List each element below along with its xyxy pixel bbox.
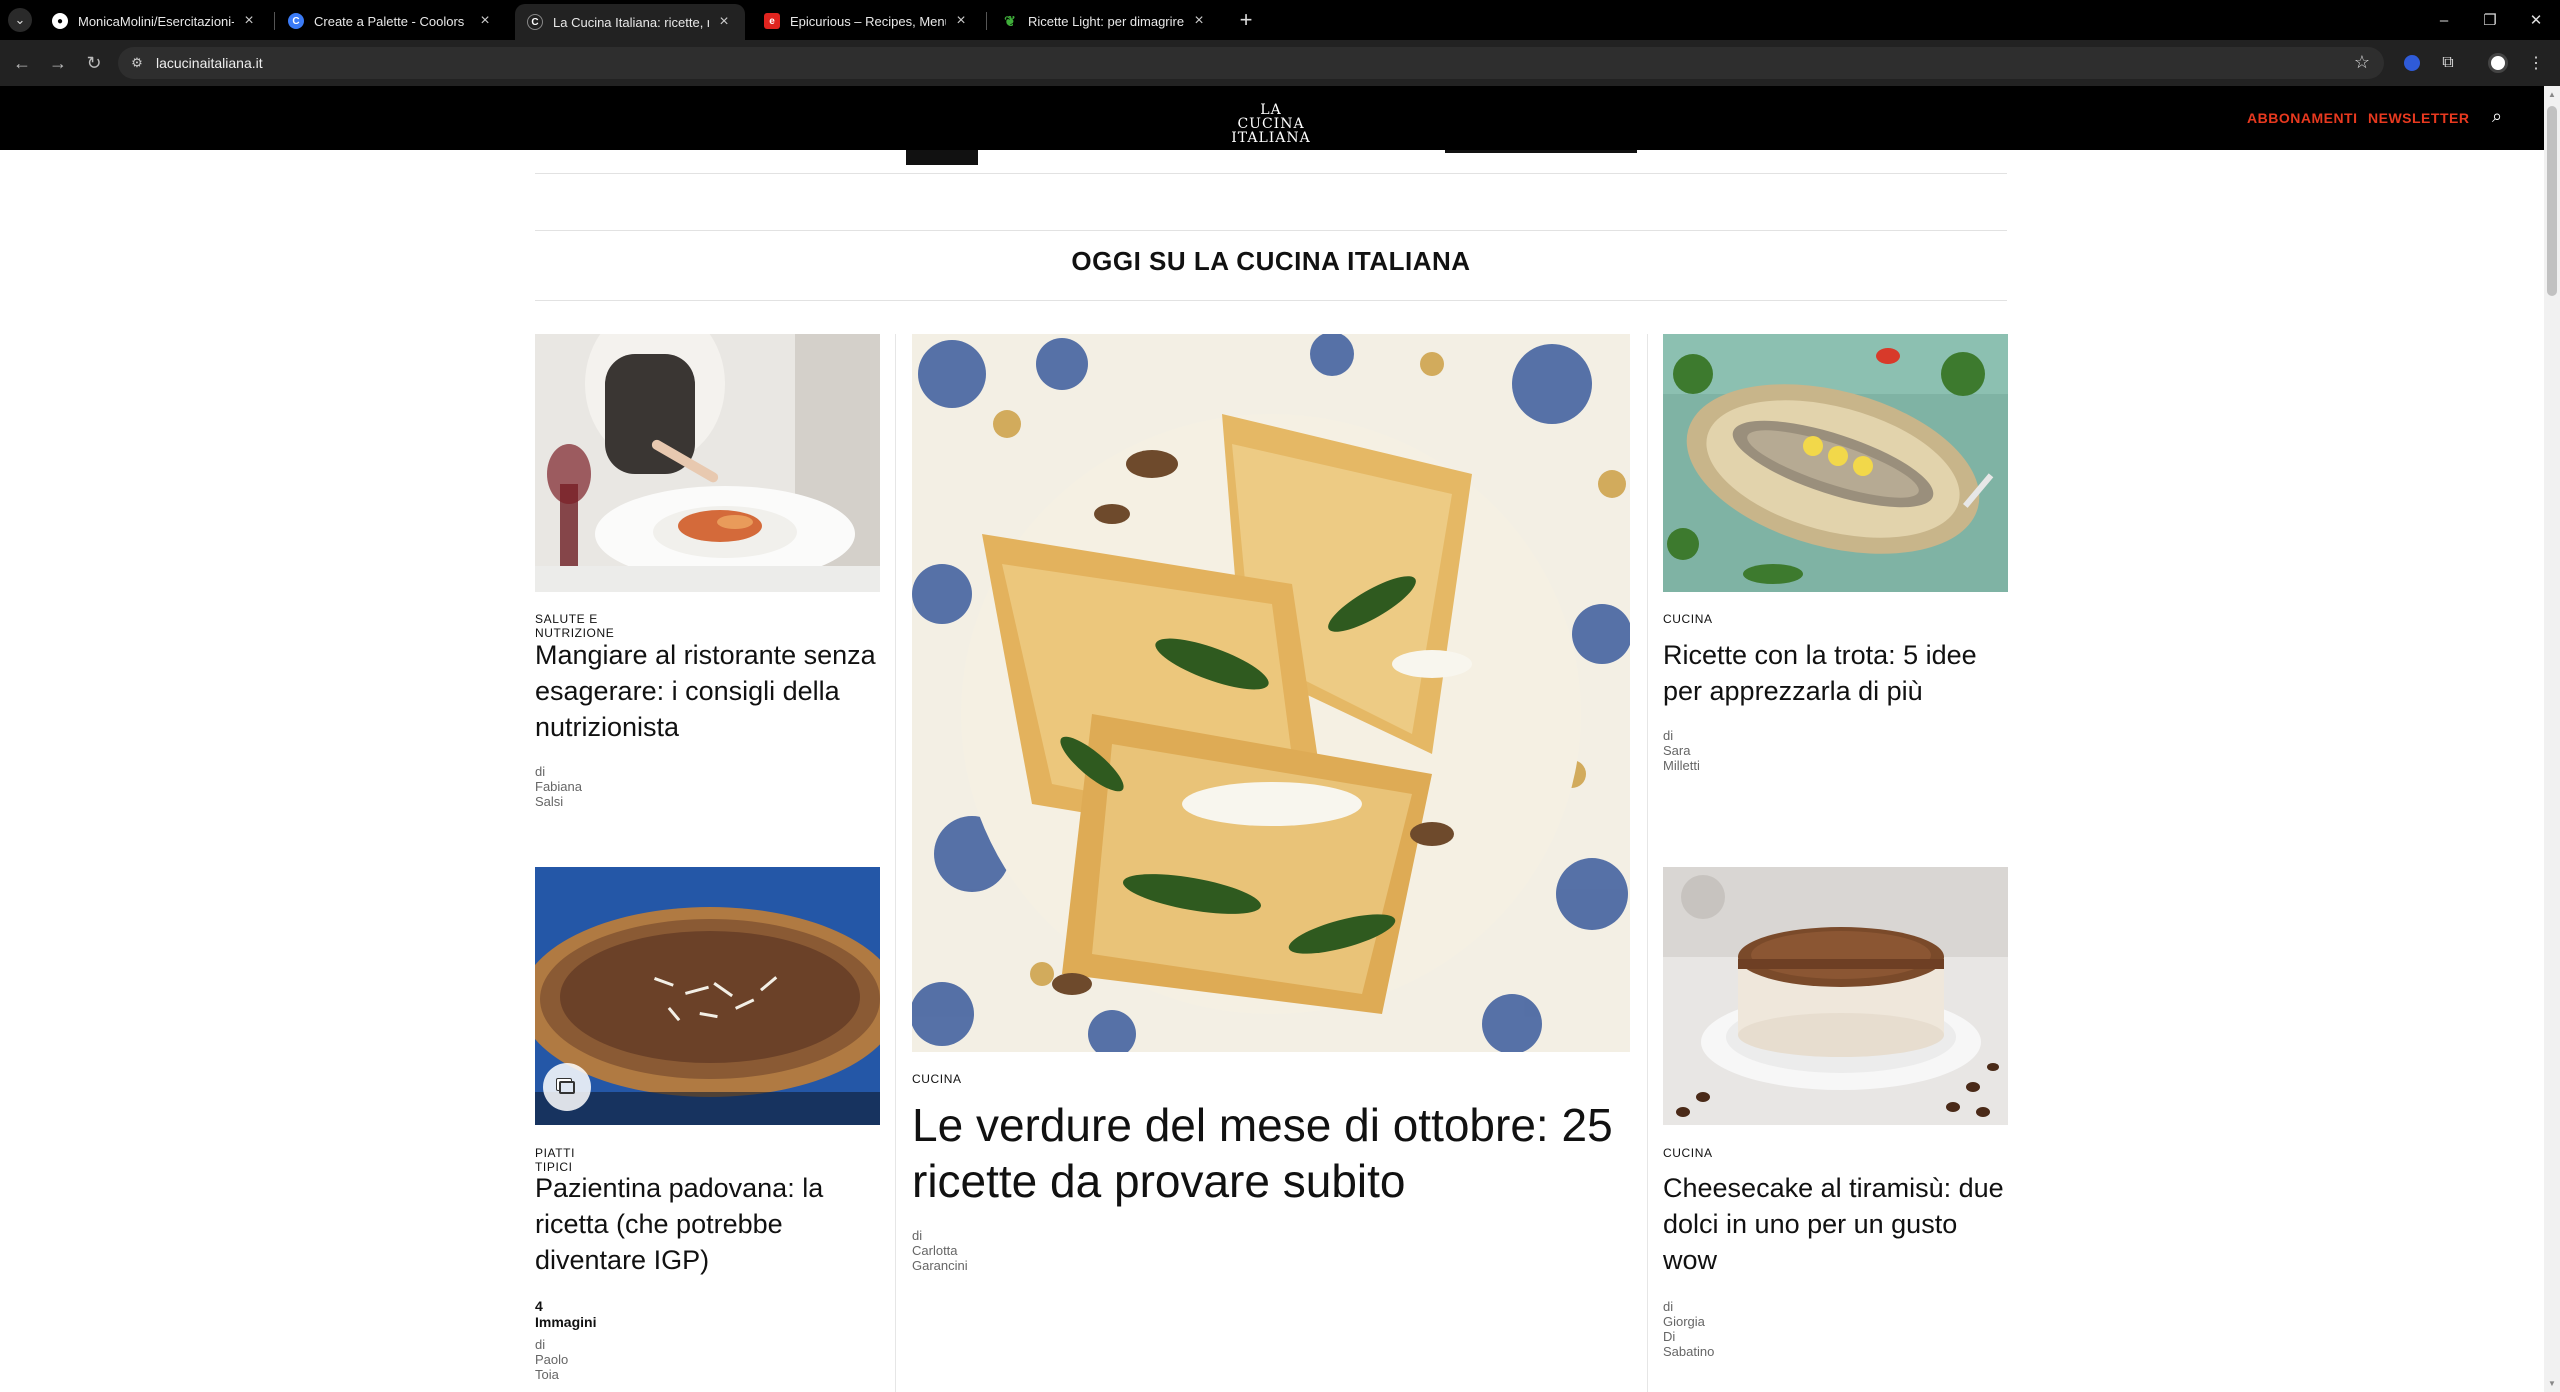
scroll-down-arrow-icon[interactable]: ▼ xyxy=(2548,1379,2556,1388)
page-scrollbar[interactable]: ▲ ▼ xyxy=(2544,86,2560,1392)
article-image-restaurant[interactable] xyxy=(535,334,880,592)
extension-icon[interactable] xyxy=(2400,51,2424,75)
site-header: LA CUCINA ITALIANA ABBONAMENTI NEWSLETTE… xyxy=(0,86,2544,150)
tab-title: MonicaMolini/Esercitazioni-live xyxy=(78,13,234,29)
tab-search-button[interactable]: ⌄ xyxy=(8,8,32,32)
forward-icon[interactable]: → xyxy=(46,51,70,75)
article-image-featured[interactable] xyxy=(912,334,1630,1052)
scrollbar-thumb[interactable] xyxy=(2547,106,2557,296)
restaurant-dinner-photo xyxy=(535,334,880,592)
nav-active-indicator xyxy=(906,150,978,165)
article-title[interactable]: Mangiare al ristorante senza esagerare: … xyxy=(535,637,885,745)
github-icon: ● xyxy=(52,13,68,29)
browser-tab-lacucinaitaliana[interactable]: C La Cucina Italiana: ricette, news × xyxy=(515,4,745,40)
address-bar[interactable]: ⚙ lacucinaitaliana.it ☆ xyxy=(118,47,2384,79)
leaf-icon: ❦ xyxy=(1004,12,1016,29)
nav-underline xyxy=(1445,150,1637,153)
article-category[interactable]: CUCINA xyxy=(1663,1146,1713,1160)
close-tab-icon[interactable]: × xyxy=(952,12,970,30)
article-title[interactable]: Pazientina padovana: la ricetta (che pot… xyxy=(535,1170,880,1278)
article-title[interactable]: Ricette con la trota: 5 idee per apprezz… xyxy=(1663,637,2008,709)
reload-icon[interactable]: ↻ xyxy=(82,51,106,75)
coolors-icon: C xyxy=(288,13,304,29)
article-category[interactable]: CUCINA xyxy=(1663,612,1713,626)
column-divider xyxy=(895,334,896,1392)
search-icon[interactable]: ⌕ xyxy=(2492,106,2502,127)
article-title[interactable]: Cheesecake al tiramisù: due dolci in uno… xyxy=(1663,1170,2008,1278)
subscriptions-link[interactable]: ABBONAMENTI xyxy=(2247,110,2358,126)
column-divider xyxy=(1647,334,1648,1392)
scroll-up-arrow-icon[interactable]: ▲ xyxy=(2548,90,2556,99)
close-tab-icon[interactable]: × xyxy=(715,13,733,31)
divider xyxy=(535,300,2007,301)
article-image-cheesecake[interactable] xyxy=(1663,867,2008,1125)
restore-button[interactable]: ❐ xyxy=(2470,6,2510,34)
close-tab-icon[interactable]: × xyxy=(240,12,258,30)
extensions-puzzle-icon[interactable]: ⧉ xyxy=(2436,51,2460,75)
site-info-icon[interactable]: ⚙ xyxy=(128,54,146,72)
divider xyxy=(535,230,2007,231)
close-tab-icon[interactable]: × xyxy=(476,12,494,30)
logo-line-2: ITALIANA xyxy=(1231,130,1311,146)
article-category[interactable]: SALUTE E NUTRIZIONE xyxy=(535,612,614,640)
article-title[interactable]: Le verdure del mese di ottobre: 25 ricet… xyxy=(912,1097,1632,1209)
browser-tab-github[interactable]: ● MonicaMolini/Esercitazioni-live × xyxy=(40,4,270,38)
epicurious-icon: e xyxy=(764,13,780,29)
tab-title: Create a Palette - Coolors xyxy=(314,13,465,29)
article-category[interactable]: CUCINA xyxy=(912,1072,962,1086)
article-image-pazientina[interactable] xyxy=(535,867,880,1125)
browser-menu-icon[interactable]: ⋮ xyxy=(2524,51,2548,75)
browser-tab-ricette-light[interactable]: ❦ Ricette Light: per dimagrire ma × xyxy=(990,4,1220,38)
logo-line-1: LA CUCINA xyxy=(1237,102,1305,132)
site-logo[interactable]: LA CUCINA ITALIANA xyxy=(1225,103,1317,145)
profile-avatar[interactable] xyxy=(2486,51,2510,75)
browser-toolbar: ← → ↻ ⚙ lacucinaitaliana.it ☆ ⧉ ⋮ xyxy=(0,40,2560,86)
article-byline[interactable]: di Fabiana Salsi xyxy=(535,764,582,809)
trout-dish-photo xyxy=(1663,334,2008,592)
tab-separator xyxy=(986,12,987,30)
url-text[interactable]: lacucinaitaliana.it xyxy=(156,55,263,71)
gallery-icon[interactable] xyxy=(543,1063,591,1111)
article-image-trout[interactable] xyxy=(1663,334,2008,592)
bookmark-star-icon[interactable]: ☆ xyxy=(2354,52,2370,73)
close-tab-icon[interactable]: × xyxy=(1190,12,1208,30)
lacucinaitaliana-icon: C xyxy=(527,14,543,30)
tab-title: Ricette Light: per dimagrire ma xyxy=(1028,13,1184,29)
tab-separator xyxy=(274,12,275,30)
browser-tab-strip: ⌄ ● MonicaMolini/Esercitazioni-live × C … xyxy=(0,0,2560,40)
browser-tab-epicurious[interactable]: e Epicurious – Recipes, Menu Ide × xyxy=(752,4,982,38)
crepes-spinach-photo xyxy=(912,334,1630,1052)
article-byline[interactable]: di Paolo Toia xyxy=(535,1337,568,1382)
minimize-button[interactable]: – xyxy=(2424,6,2464,34)
tiramisu-cheesecake-photo xyxy=(1663,867,2008,1125)
divider xyxy=(535,173,2007,174)
gallery-image-count[interactable]: 4 Immagini xyxy=(535,1298,596,1330)
tab-title: Epicurious – Recipes, Menu Ide xyxy=(790,13,946,29)
article-byline[interactable]: di Sara Milletti xyxy=(1663,728,1700,773)
browser-tab-coolors[interactable]: C Create a Palette - Coolors × xyxy=(276,4,506,38)
new-tab-button[interactable]: + xyxy=(1232,6,1260,34)
article-byline[interactable]: di Giorgia Di Sabatino xyxy=(1663,1299,1714,1359)
close-window-button[interactable]: ✕ xyxy=(2516,6,2556,34)
newsletter-link[interactable]: NEWSLETTER xyxy=(2368,110,2469,126)
tab-title: La Cucina Italiana: ricette, news xyxy=(553,14,709,30)
section-title: OGGI SU LA CUCINA ITALIANA xyxy=(1071,246,1471,276)
article-byline[interactable]: di Carlotta Garancini xyxy=(912,1228,968,1273)
back-icon[interactable]: ← xyxy=(10,51,34,75)
